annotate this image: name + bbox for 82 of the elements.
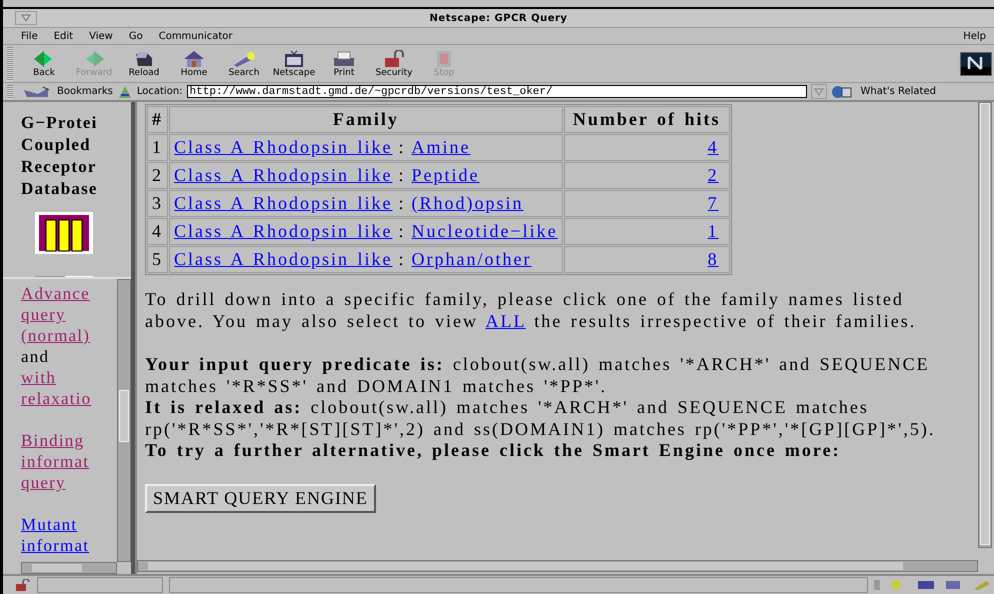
smart-query-engine-button[interactable]: SMART QUERY ENGINE — [145, 484, 376, 512]
toolbar-grip[interactable] — [7, 84, 13, 98]
window-menu-button[interactable] — [15, 11, 37, 25]
separator-text: : — [398, 221, 406, 241]
padlock-icon — [15, 579, 31, 591]
menu-item[interactable]: Help — [955, 30, 994, 42]
scrollbar[interactable] — [137, 560, 978, 572]
menu-item[interactable]: Edit — [46, 30, 82, 42]
query-text: It is relaxed as: clobout(sw.all) matches '*ARCH*' and SEQUENCE matches rp('*R*SS*','*R*[ST][ST]*',2) and ss(DOMAIN1) matches rp('*PP*','*[GP][GP]*',5). — [145, 397, 936, 440]
toolbar-grip[interactable] — [7, 46, 13, 80]
logo-icon[interactable] — [960, 52, 992, 76]
sidebar-link[interactable]: with — [21, 367, 56, 388]
column-header: Number of hits — [564, 106, 730, 133]
hits-link[interactable]: 7 — [708, 193, 719, 213]
house-icon — [182, 50, 206, 68]
toolbar-button[interactable]: Print — [319, 50, 369, 78]
table-cell: 2 — [147, 162, 168, 189]
caret-icon — [21, 14, 31, 22]
menu-item[interactable]: View — [81, 30, 121, 42]
toolbar-button[interactable]: Security — [369, 50, 419, 78]
site-title: G−Protei Coupled Receptor Database — [21, 112, 99, 200]
class-link[interactable]: Class A Rhodopsin like — [174, 193, 393, 213]
table-cell: 3 — [147, 190, 168, 217]
sidebar-link[interactable]: query — [21, 472, 66, 493]
menu-item[interactable]: Go — [120, 30, 151, 42]
separator-text: : — [398, 165, 406, 185]
padlock-icon — [382, 50, 406, 68]
location-label: Location: — [136, 86, 183, 97]
location-icon — [116, 84, 133, 98]
hits-link[interactable]: 4 — [708, 137, 719, 157]
sidebar-link[interactable]: Mutant — [21, 514, 78, 535]
separator-text: : — [398, 249, 406, 269]
family-link[interactable]: Peptide — [412, 165, 480, 185]
toolbar-button[interactable]: Netscape — [269, 50, 319, 78]
hits-link[interactable]: 2 — [708, 165, 719, 185]
printer-icon — [332, 50, 356, 68]
hits-link[interactable]: 1 — [708, 221, 719, 241]
table-cell: 1 — [147, 134, 168, 161]
column-header: Family — [169, 106, 563, 133]
hits-link[interactable]: 8 — [708, 249, 719, 269]
separator-text: : — [398, 193, 406, 213]
whats-related-button[interactable]: What's Related — [860, 86, 936, 97]
class-link[interactable]: Class A Rhodopsin like — [174, 137, 393, 157]
column-header: # — [147, 106, 168, 133]
sidebar-text: and — [21, 346, 50, 367]
all-link[interactable]: ALL — [485, 310, 526, 330]
tv-icon — [282, 50, 306, 68]
menu-item[interactable]: File — [13, 30, 46, 42]
menu-item[interactable]: Communicator — [150, 30, 241, 42]
instruction-text: To drill down into a specific family, please click one of the family names listed above. You may also select to view ALL the results irrespective of their families. — [145, 289, 918, 332]
query-text: To try a further alternative, please click the Smart Engine once more: — [145, 440, 842, 462]
window-title: Netscape: GPCR Query — [428, 12, 568, 24]
table-cell: 5 — [147, 246, 168, 273]
toolbar-button[interactable]: Reload — [119, 50, 169, 78]
family-link[interactable]: Nucleotide−like — [412, 221, 558, 241]
flashlight-icon — [232, 50, 256, 68]
sidebar-link[interactable]: Binding — [21, 430, 84, 451]
family-link[interactable]: Orphan/other — [412, 249, 532, 269]
table-cell: 4 — [147, 218, 168, 245]
bookmarks-button[interactable]: Bookmarks — [57, 86, 113, 97]
class-link[interactable]: Class A Rhodopsin like — [174, 165, 393, 185]
toolbar-button[interactable]: Home — [169, 50, 219, 78]
logo-icon — [35, 212, 93, 254]
family-link[interactable]: (Rhod)opsin — [412, 193, 524, 213]
family-link[interactable]: Amine — [412, 137, 471, 157]
toolbar-button[interactable]: Search — [219, 50, 269, 78]
class-link[interactable]: Class A Rhodopsin like — [174, 249, 393, 269]
scrollbar[interactable] — [978, 102, 992, 548]
query-text: Your input query predicate is: clobout(sw.all) matches '*ARCH*' and SEQUENCE matches '*R*SS*' and DOMAIN1 matches '*PP*'. — [145, 354, 931, 397]
sidebar-link[interactable]: (normal) — [21, 325, 90, 346]
scrollbar[interactable] — [21, 562, 117, 574]
sidebar-link[interactable]: informat — [21, 451, 90, 472]
toolbar-button[interactable]: Back — [19, 50, 69, 78]
dropdown-button[interactable] — [810, 84, 827, 99]
sidebar-link[interactable]: query — [21, 304, 66, 325]
class-link[interactable]: Class A Rhodopsin like — [174, 221, 393, 241]
sidebar-link[interactable]: Advance — [21, 283, 90, 304]
caret-icon — [814, 88, 824, 96]
separator-text: : — [398, 137, 406, 157]
sidebar-link[interactable]: relaxatio — [21, 388, 92, 409]
sidebar-link[interactable]: informat — [21, 535, 90, 556]
scrollbar[interactable] — [117, 279, 131, 562]
